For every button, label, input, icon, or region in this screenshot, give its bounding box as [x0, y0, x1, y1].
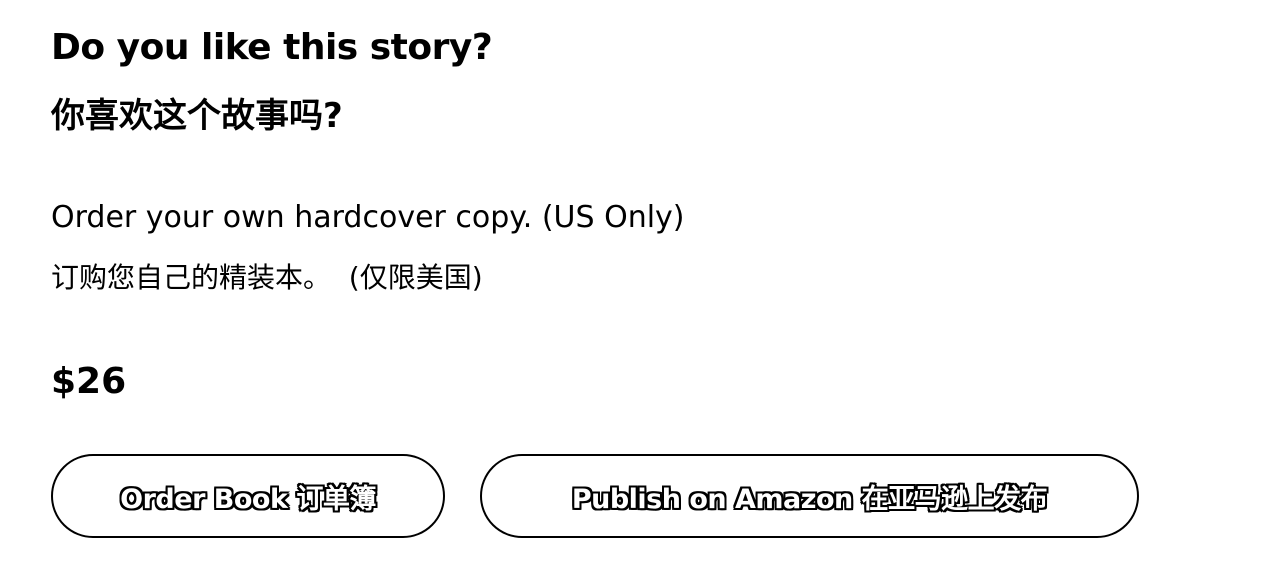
order-description-chinese: 订购您自己的精装本。 (仅限美国) [51, 261, 483, 294]
page-title-chinese: 你喜欢这个故事吗? [51, 96, 343, 136]
publish-on-amazon-button-label: Publish on Amazon 在亚马逊上发布 [571, 483, 1048, 515]
page-title: Do you like this story? [51, 27, 493, 68]
order-book-button[interactable]: Order Book 订单簿 [51, 454, 445, 538]
price-label: $26 [51, 361, 127, 402]
order-description: Order your own hardcover copy. (US Only) [51, 200, 685, 235]
publish-on-amazon-button[interactable]: Publish on Amazon 在亚马逊上发布 [480, 454, 1139, 538]
order-book-button-label: Order Book 订单簿 [120, 483, 376, 515]
